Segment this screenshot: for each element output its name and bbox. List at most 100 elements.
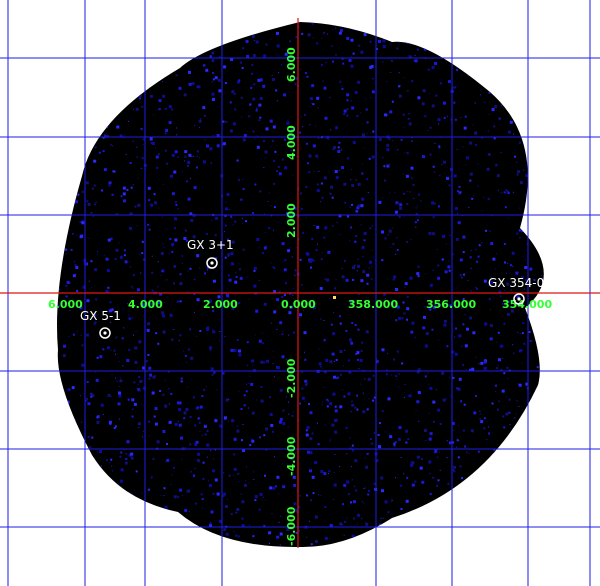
noise-speck <box>199 405 203 409</box>
noise-speck <box>372 256 374 258</box>
noise-speck <box>258 279 260 281</box>
noise-speck <box>263 302 267 306</box>
noise-speck <box>265 499 267 501</box>
noise-speck <box>344 520 347 523</box>
noise-speck <box>346 114 349 117</box>
noise-speck <box>238 390 240 392</box>
lon-label: 0.000 <box>281 298 316 311</box>
noise-speck <box>249 524 251 526</box>
noise-speck <box>208 484 212 488</box>
noise-speck <box>473 411 477 415</box>
noise-speck <box>279 388 283 392</box>
noise-speck <box>120 451 123 454</box>
noise-speck <box>437 479 440 482</box>
noise-speck <box>529 340 531 342</box>
noise-speck <box>224 224 227 227</box>
noise-speck <box>329 97 331 98</box>
noise-speck <box>418 216 420 218</box>
noise-speck <box>438 145 441 148</box>
noise-speck <box>232 122 236 126</box>
noise-speck <box>149 137 153 141</box>
noise-speck <box>198 119 202 123</box>
noise-speck <box>244 480 246 482</box>
noise-speck <box>258 508 261 511</box>
noise-speck <box>292 294 294 296</box>
noise-speck <box>421 458 423 460</box>
noise-speck <box>310 543 313 546</box>
noise-speck <box>507 130 511 134</box>
noise-speck <box>138 389 141 392</box>
noise-speck <box>356 210 359 213</box>
noise-speck <box>393 358 395 361</box>
noise-speck <box>282 409 285 412</box>
noise-speck <box>351 444 354 447</box>
noise-speck <box>456 446 458 448</box>
noise-speck <box>343 279 345 281</box>
noise-speck <box>368 489 370 492</box>
noise-speck <box>196 254 200 258</box>
noise-speck <box>432 232 436 236</box>
noise-speck <box>518 405 520 407</box>
noise-speck <box>450 175 452 177</box>
noise-speck <box>486 439 488 441</box>
noise-speck <box>80 395 81 397</box>
noise-speck <box>141 157 144 160</box>
noise-speck <box>242 424 244 425</box>
noise-speck <box>203 160 206 164</box>
noise-speck <box>162 393 165 396</box>
noise-speck <box>497 365 499 367</box>
noise-speck <box>279 544 281 546</box>
noise-speck <box>253 478 255 480</box>
noise-speck <box>497 358 501 362</box>
noise-speck <box>171 250 174 253</box>
noise-speck <box>141 492 143 494</box>
noise-speck <box>186 489 190 493</box>
noise-speck <box>417 391 421 395</box>
noise-speck <box>309 106 311 108</box>
noise-speck <box>488 130 489 132</box>
noise-speck <box>139 254 141 256</box>
noise-speck <box>242 217 244 219</box>
noise-speck <box>500 152 502 154</box>
noise-speck <box>327 399 329 402</box>
noise-speck <box>472 331 476 335</box>
noise-speck <box>263 496 264 498</box>
noise-speck <box>237 472 240 475</box>
noise-speck <box>270 262 272 264</box>
noise-speck <box>325 62 327 63</box>
noise-speck <box>94 146 97 149</box>
noise-speck <box>163 246 165 248</box>
noise-speck <box>518 141 521 144</box>
noise-speck <box>224 336 226 338</box>
noise-speck <box>517 332 519 333</box>
noise-speck <box>329 402 333 406</box>
noise-speck <box>223 65 227 69</box>
noise-speck <box>517 170 520 174</box>
noise-speck <box>147 186 151 190</box>
noise-speck <box>301 387 304 390</box>
noise-speck <box>351 106 355 110</box>
noise-speck <box>371 155 375 159</box>
noise-speck <box>292 411 294 413</box>
noise-speck <box>156 440 160 444</box>
noise-speck <box>113 427 116 429</box>
noise-speck <box>187 348 190 351</box>
noise-speck <box>219 290 220 292</box>
noise-speck <box>242 47 245 50</box>
noise-speck <box>214 418 216 420</box>
noise-speck <box>240 61 242 64</box>
noise-speck <box>238 353 242 357</box>
noise-speck <box>81 344 84 347</box>
noise-speck <box>400 484 403 487</box>
noise-speck <box>125 154 127 156</box>
noise-speck <box>300 207 303 210</box>
noise-speck <box>493 125 496 128</box>
noise-speck <box>481 210 483 212</box>
noise-speck <box>305 252 309 256</box>
noise-speck <box>305 185 308 188</box>
noise-speck <box>305 433 309 437</box>
noise-speck <box>521 332 524 335</box>
noise-speck <box>366 408 369 411</box>
noise-speck <box>168 252 170 254</box>
noise-speck <box>108 181 112 185</box>
